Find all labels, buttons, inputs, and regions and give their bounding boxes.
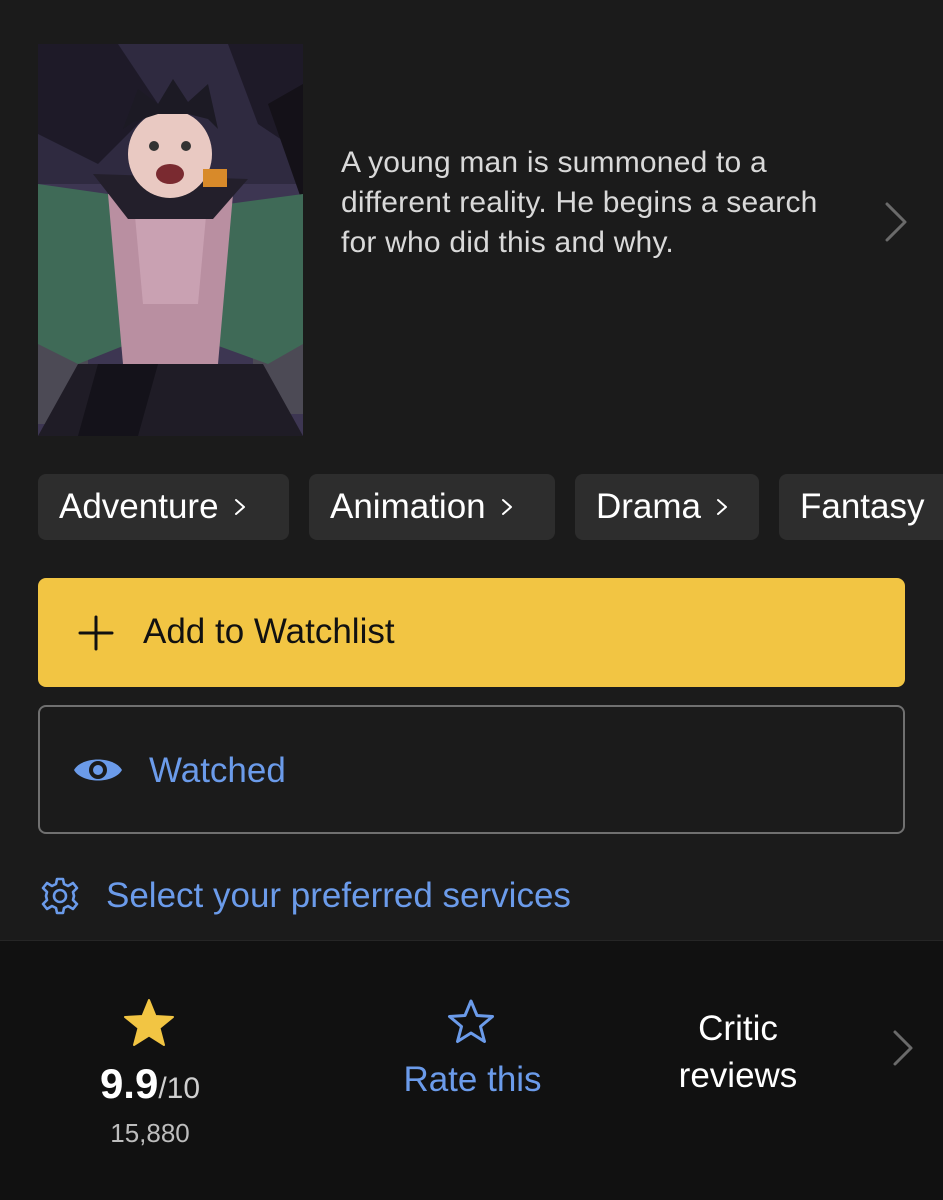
genre-chip-adventure[interactable]: Adventure (38, 474, 289, 540)
star-filled-icon (124, 999, 174, 1046)
add-to-watchlist-label: Add to Watchlist (143, 612, 395, 651)
genre-chip-animation[interactable]: Animation (309, 474, 555, 540)
critic-reviews-label-line2: reviews (678, 1056, 798, 1095)
add-to-watchlist-button[interactable]: Add to Watchlist (38, 578, 905, 687)
gear-icon (41, 877, 79, 915)
genre-chip-label: Adventure (59, 487, 219, 526)
star-outline-icon (448, 999, 494, 1043)
chevron-right-icon[interactable] (890, 1028, 916, 1068)
rating-scale: /10 (158, 1072, 201, 1105)
poster-artwork (38, 44, 303, 436)
genre-chip-label: Drama (596, 487, 702, 526)
chevron-right-icon (717, 499, 728, 515)
imdb-rating[interactable]: 9.9/10 15,880 (60, 998, 240, 1158)
poster-image[interactable] (38, 44, 303, 436)
select-services-label: Select your preferred services (106, 876, 571, 915)
chevron-right-icon[interactable] (880, 200, 910, 244)
watched-label: Watched (149, 751, 286, 790)
rating-value: 9.9 (99, 1060, 159, 1107)
genre-chip-fantasy[interactable]: Fantasy (779, 474, 943, 540)
genre-chip-list: Adventure Animation Drama Fantasy (38, 474, 943, 540)
rate-this-button[interactable]: Rate this (370, 998, 575, 1118)
critic-reviews-link[interactable]: Critic reviews (640, 1005, 836, 1099)
rating-count: 15,880 (110, 1118, 190, 1148)
chevron-right-icon (501, 499, 512, 515)
genre-chip-drama[interactable]: Drama (575, 474, 759, 540)
critic-reviews-label-line1: Critic (698, 1009, 778, 1048)
eye-icon (74, 759, 122, 781)
chevron-right-icon (234, 499, 245, 515)
genre-chip-label: Fantasy (800, 487, 925, 526)
plus-icon (78, 615, 114, 651)
title-overview-section: A young man is summoned to a different r… (0, 0, 943, 940)
select-services-link[interactable]: Select your preferred services (38, 872, 738, 918)
genre-chip-label: Animation (330, 487, 486, 526)
watched-button[interactable]: Watched (38, 705, 905, 834)
rate-this-label: Rate this (403, 1060, 542, 1099)
rating-score: 9.9/10 (60, 1060, 240, 1108)
plot-description: A young man is summoned to a different r… (341, 146, 818, 259)
